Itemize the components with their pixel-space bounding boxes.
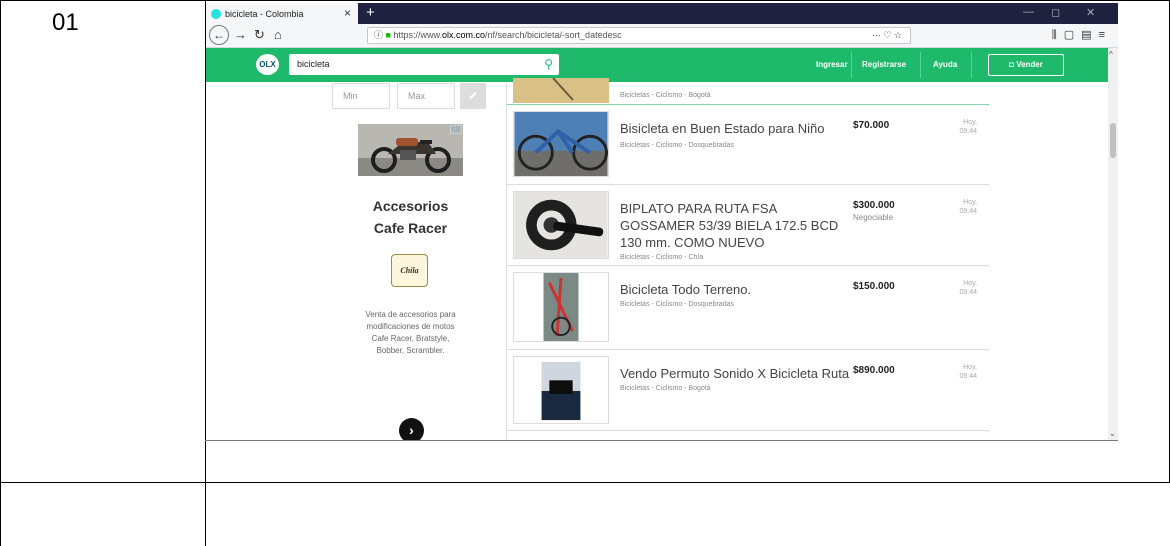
maximize-icon[interactable]: ◻ xyxy=(1051,6,1060,19)
home-icon[interactable]: ⌂ xyxy=(274,27,282,42)
listing-thumbnail xyxy=(513,78,609,103)
listing-price: $890.000 xyxy=(853,365,895,376)
listing-thumbnail xyxy=(513,437,609,440)
reload-icon[interactable]: ↻ xyxy=(254,27,265,43)
tab-title: bicicleta - Colombia xyxy=(225,8,304,19)
page-actions[interactable]: ··· ♡ ☆ xyxy=(872,28,902,43)
scroll-down-icon[interactable]: ⌄ xyxy=(1109,429,1116,438)
olx-logo[interactable]: OLX xyxy=(256,54,279,75)
ad-next-arrow-icon[interactable]: › xyxy=(399,418,424,440)
listing-price: $150.000 xyxy=(853,281,895,292)
listing-thumbnail xyxy=(513,191,609,259)
browser-bottom-line xyxy=(205,440,1118,441)
close-window-icon[interactable]: ✕ xyxy=(1086,6,1095,19)
ad-description: Venta de accesorios para modificaciones … xyxy=(365,310,456,355)
listing-thumbnail xyxy=(513,356,609,424)
row-number: 01 xyxy=(52,9,79,36)
price-apply-button[interactable]: ✔ xyxy=(460,83,486,109)
listing-item[interactable]: Bicicleta Todo Terreno. Bicicletas - Cic… xyxy=(507,267,989,350)
listing-date: Hoy, 09:44 xyxy=(959,119,977,135)
active-tab[interactable]: bicicleta - Colombia × xyxy=(206,3,358,24)
olx-favicon-icon xyxy=(211,8,221,19)
header-separator xyxy=(920,52,921,78)
lock-icon: ■ xyxy=(385,30,391,40)
listing-date: Hoy, 09:44 xyxy=(959,364,977,380)
search-icon[interactable]: ⚲ xyxy=(544,54,553,75)
table-left-border xyxy=(0,0,1,546)
listing-item[interactable]: BIPLATO PARA RUTA FSA GOSSAMER 53/39 BIE… xyxy=(507,186,989,266)
tab-close-icon[interactable]: × xyxy=(344,6,351,20)
listing-negotiable: Negociable xyxy=(853,213,894,222)
listing-date: Hoy, 09:44 xyxy=(959,280,977,296)
scroll-thumb[interactable] xyxy=(1110,123,1116,158)
url-domain: olx.com.co xyxy=(442,30,486,40)
minimize-icon[interactable]: — xyxy=(1023,6,1034,18)
listing-price: $70.000 xyxy=(853,120,890,131)
registrarse-link[interactable]: Registrarse xyxy=(862,60,906,69)
ad-title-line1: Accesorios xyxy=(372,198,449,214)
toolbar-icons[interactable]: ⫼▢▤≡ xyxy=(1052,28,1112,42)
info-icon: ⓘ xyxy=(374,30,384,40)
header-separator xyxy=(851,52,852,78)
olx-header: OLX bicicleta ⚲ Ingresar Registrarse Ayu… xyxy=(206,48,1118,82)
listing-title[interactable]: Bicicleta Todo Terreno. xyxy=(620,281,850,298)
camera-icon: ◘ xyxy=(1009,60,1014,69)
back-icon[interactable]: ← xyxy=(209,25,229,45)
listing-thumbnail xyxy=(513,111,609,177)
forward-icon[interactable]: → xyxy=(234,27,247,42)
listing-category: Bicicletas - Ciclismo - Dosquebradas xyxy=(620,142,734,149)
search-value: bicicleta xyxy=(297,59,330,69)
scroll-up-icon[interactable]: ^ xyxy=(1109,50,1113,59)
listing-item[interactable]: Bicicletas - Ciclismo - Bogotá xyxy=(507,78,989,105)
ad-title-line2: Cafe Racer xyxy=(373,220,448,236)
listing-category: Bicicletas - Ciclismo - Chía xyxy=(620,254,704,261)
listing-title[interactable]: Bisicleta en Buen Estado para Niño xyxy=(620,120,850,137)
ayuda-link[interactable]: Ayuda xyxy=(933,60,957,69)
listing-item[interactable] xyxy=(507,432,989,440)
new-tab-button[interactable]: + xyxy=(366,3,375,22)
listing-results: Bicicletas - Ciclismo - Bogotá Bisicleta… xyxy=(506,78,989,440)
ingresar-link[interactable]: Ingresar xyxy=(816,60,848,69)
listing-category: Bicicletas - Ciclismo - Bogotá xyxy=(620,385,711,392)
listing-item[interactable]: Bisicleta en Buen Estado para Niño Bicic… xyxy=(507,106,989,185)
vender-label: Vender xyxy=(1016,60,1043,69)
listing-date: Hoy, 09:44 xyxy=(959,199,977,215)
price-min-input[interactable]: Min xyxy=(332,83,390,109)
table-top-border xyxy=(0,0,1170,1)
price-max-input[interactable]: Max xyxy=(397,83,455,109)
listing-category: Bicicletas - Ciclismo - Dosquebradas xyxy=(620,301,734,308)
chila-logo: Chila xyxy=(391,254,428,287)
url-bar[interactable]: ⓘ ■ https://www.olx.com.co/nf/search/bic… xyxy=(367,27,911,44)
ad-title: Accesorios Cafe Racer xyxy=(358,195,463,239)
header-separator xyxy=(971,52,972,78)
advertisement[interactable]: i X Accesorios Cafe Racer Chila Venta de… xyxy=(358,124,463,440)
listing-category: Bicicletas - Ciclismo - Bogotá xyxy=(620,92,711,99)
listing-item[interactable]: Vendo Permuto Sonido X Bicicleta Ruta Bi… xyxy=(507,351,989,431)
vender-button[interactable]: ◘ Vender xyxy=(988,54,1064,76)
table-row-divider xyxy=(0,482,1170,483)
url-path: /nf/search/bicicleta/-sort_datedesc xyxy=(485,30,622,40)
motorcycle-image xyxy=(358,124,463,176)
ad-choices-icon[interactable]: i X xyxy=(449,125,462,134)
search-input[interactable]: bicicleta ⚲ xyxy=(289,54,559,75)
url-prefix: https://www. xyxy=(393,30,442,40)
navigation-toolbar: ← → ↻ ⌂ ⓘ ■ https://www.olx.com.co/nf/se… xyxy=(206,24,1118,48)
listing-title[interactable]: Vendo Permuto Sonido X Bicicleta Ruta xyxy=(620,365,860,382)
listing-title[interactable]: BIPLATO PARA RUTA FSA GOSSAMER 53/39 BIE… xyxy=(620,200,850,251)
listing-price: $300.000 xyxy=(853,200,895,211)
vertical-scrollbar[interactable]: ^ ⌄ xyxy=(1108,48,1118,440)
listing-thumbnail xyxy=(513,272,609,342)
tab-bar: bicicleta - Colombia × + — ◻ ✕ xyxy=(206,3,1118,24)
browser-window: bicicleta - Colombia × + — ◻ ✕ ← → ↻ ⌂ ⓘ… xyxy=(206,3,1118,440)
